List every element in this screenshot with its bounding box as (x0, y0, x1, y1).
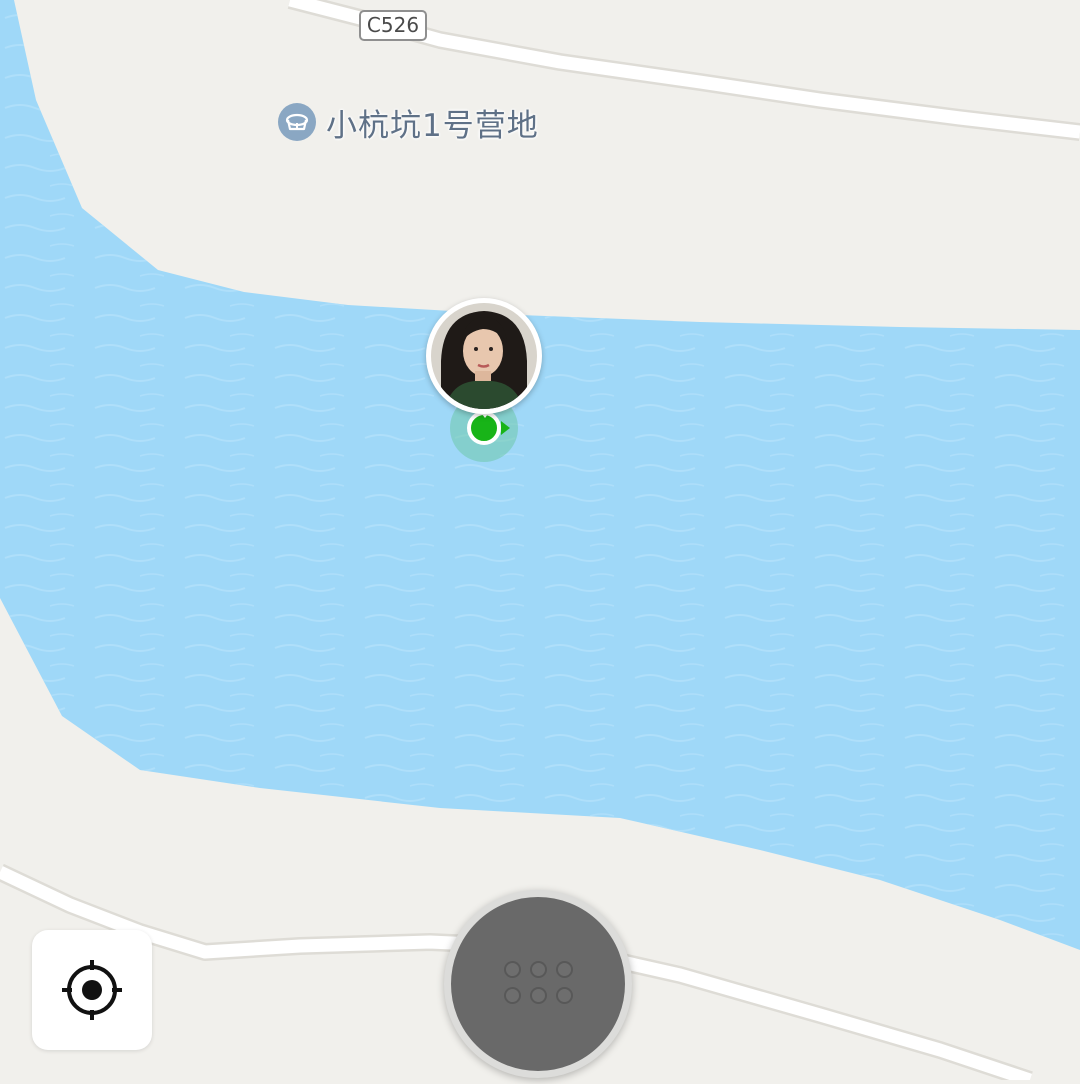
menu-dot (503, 986, 521, 1004)
menu-dot (555, 986, 573, 1004)
heading-arrow-icon (501, 421, 510, 435)
user-avatar-marker[interactable] (426, 298, 542, 420)
poi-campsite[interactable]: 小杭坑1号营地 (278, 100, 539, 144)
road-shield-label: C526 (366, 13, 420, 37)
road-shield: C526 (359, 10, 427, 41)
poi-label: 小杭坑1号营地 (326, 107, 539, 144)
avatar (426, 298, 542, 414)
campsite-icon (278, 103, 316, 141)
menu-dot (555, 960, 573, 978)
crosshair-icon (62, 960, 122, 1020)
menu-dot (529, 986, 547, 1004)
six-dots-grid-icon (503, 960, 573, 1004)
avatar-photo (431, 303, 537, 409)
locate-me-button[interactable] (32, 930, 152, 1050)
menu-dot (503, 960, 521, 978)
menu-dot (529, 960, 547, 978)
menu-button[interactable] (444, 890, 632, 1078)
